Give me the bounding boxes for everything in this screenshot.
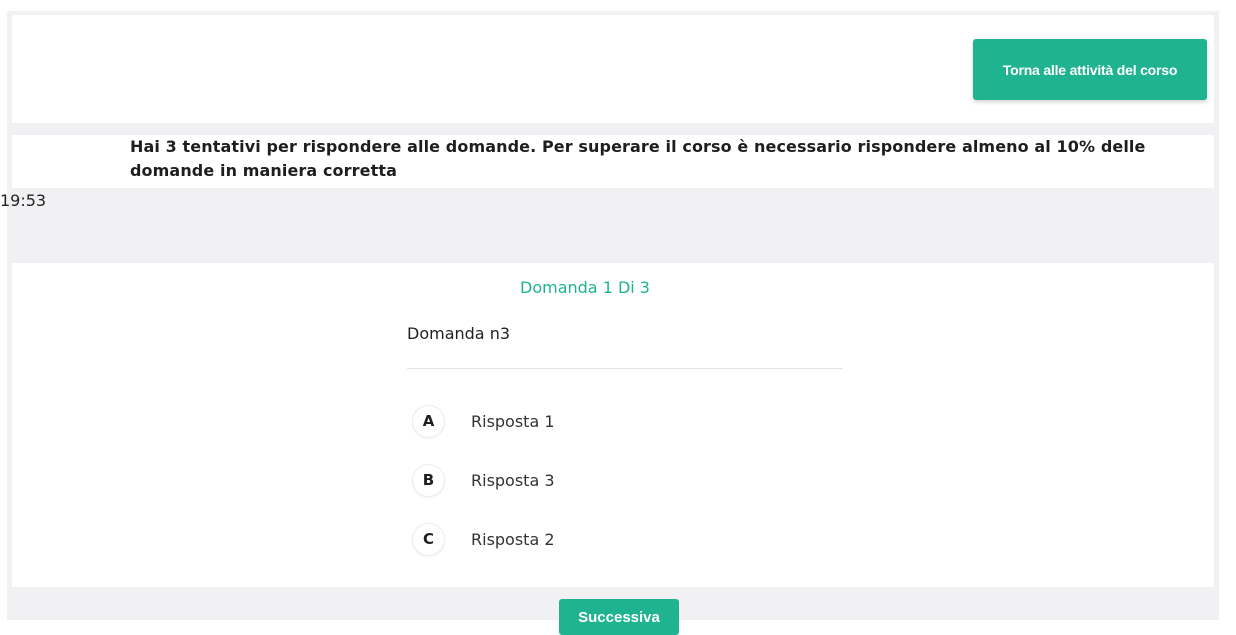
question-card: Domanda 1 Di 3 Domanda n3 A Risposta 1 B… bbox=[12, 263, 1214, 587]
countdown-timer: 19:53 bbox=[0, 191, 47, 210]
answer-option-a[interactable]: A Risposta 1 bbox=[413, 403, 555, 439]
answer-option-b[interactable]: B Risposta 3 bbox=[413, 462, 555, 498]
answer-letter-badge: A bbox=[413, 405, 444, 437]
question-divider bbox=[407, 368, 843, 369]
answer-label: Risposta 1 bbox=[471, 411, 555, 431]
answer-label: Risposta 3 bbox=[471, 470, 555, 490]
answer-option-c[interactable]: C Risposta 2 bbox=[413, 521, 555, 557]
question-counter: Domanda 1 Di 3 bbox=[520, 278, 650, 297]
attempts-info-text: Hai 3 tentativi per rispondere alle doma… bbox=[130, 137, 1146, 180]
next-question-button[interactable]: Successiva bbox=[559, 599, 679, 635]
answer-letter-badge: B bbox=[413, 464, 444, 496]
back-to-course-activities-button[interactable]: Torna alle attività del corso bbox=[973, 39, 1207, 100]
question-text: Domanda n3 bbox=[407, 324, 511, 343]
answer-label: Risposta 2 bbox=[471, 529, 555, 549]
top-bar: Torna alle attività del corso bbox=[12, 15, 1214, 123]
page-background: Torna alle attività del corso Hai 3 tent… bbox=[0, 11, 1219, 635]
attempts-info-box: Hai 3 tentativi per rispondere alle doma… bbox=[12, 135, 1214, 188]
answer-letter-badge: C bbox=[413, 523, 444, 555]
